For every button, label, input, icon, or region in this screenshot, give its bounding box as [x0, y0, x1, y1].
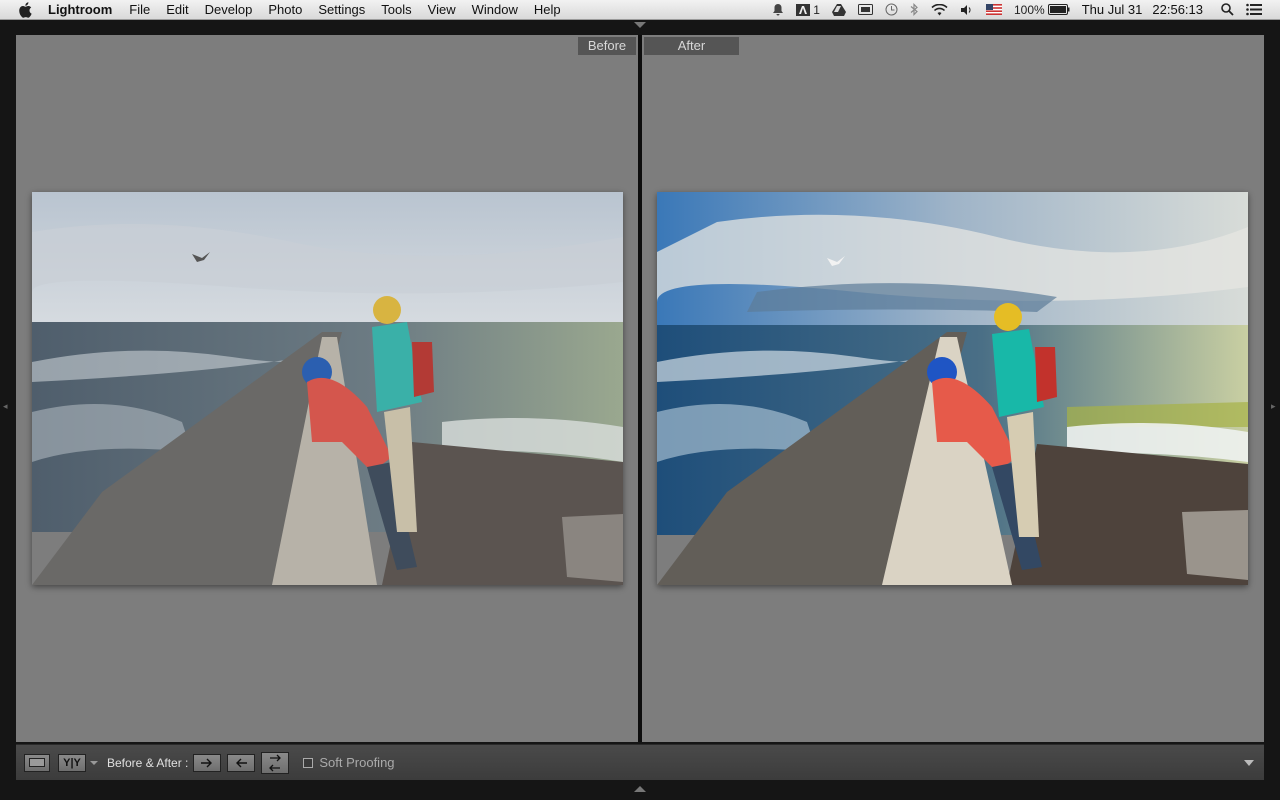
loupe-icon [29, 758, 45, 767]
battery-percent: 100% [1013, 2, 1045, 17]
time-machine-icon[interactable] [885, 0, 898, 20]
top-panel-toggle-icon[interactable] [634, 22, 646, 28]
apple-icon[interactable] [18, 1, 34, 18]
clock-time: 22:56:13 [1152, 2, 1203, 17]
adobe-count: 1 [813, 2, 820, 17]
before-after-mode-dropdown-icon[interactable] [90, 760, 98, 765]
menu-settings[interactable]: Settings [318, 2, 365, 17]
before-photo[interactable] [32, 192, 623, 585]
swap-arrows-icon [269, 754, 282, 771]
bottom-panel-toggle-icon[interactable] [634, 786, 646, 792]
soft-proofing-label[interactable]: Soft Proofing [319, 755, 394, 770]
bluetooth-icon[interactable] [910, 0, 919, 20]
menu-develop[interactable]: Develop [205, 2, 253, 17]
loupe-view-button[interactable] [24, 753, 50, 772]
develop-toolbar: Y|Y Before & After : Soft Proofing [16, 744, 1264, 780]
after-label: After [644, 37, 739, 55]
right-panel-handle-icon[interactable]: ▸ [1271, 400, 1277, 412]
swap-before-after-button[interactable] [261, 751, 290, 774]
list-icon[interactable] [1246, 0, 1262, 20]
before-label: Before [578, 37, 636, 55]
volume-icon[interactable] [960, 0, 974, 20]
battery-status[interactable]: 100% [1014, 0, 1070, 20]
drive-icon[interactable] [831, 0, 846, 20]
spotlight-icon[interactable] [1221, 0, 1234, 20]
menu-file[interactable]: File [129, 2, 150, 17]
before-after-mode-button[interactable]: Y|Y [58, 753, 86, 772]
display-icon[interactable] [857, 0, 873, 20]
after-photo[interactable] [657, 192, 1248, 585]
arrow-left-icon [236, 758, 248, 767]
menu-photo[interactable]: Photo [268, 2, 302, 17]
soft-proofing-checkbox[interactable] [303, 757, 314, 768]
menu-view[interactable]: View [428, 2, 456, 17]
menu-window[interactable]: Window [472, 2, 518, 17]
flag-icon[interactable] [985, 0, 1002, 20]
clock[interactable]: Thu Jul 31 22:56:13 [1082, 2, 1203, 17]
menu-edit[interactable]: Edit [166, 2, 188, 17]
copy-after-to-before-button[interactable] [227, 753, 256, 772]
menu-help[interactable]: Help [534, 2, 561, 17]
notification-icon[interactable] [772, 0, 784, 20]
left-panel-handle-icon[interactable]: ◂ [3, 400, 9, 412]
clock-date: Thu Jul 31 [1081, 2, 1143, 17]
battery-icon [1047, 4, 1070, 15]
toolbar-menu-dropdown-icon[interactable] [1244, 759, 1254, 766]
before-after-label: Before & After : [107, 755, 189, 770]
after-view: After [642, 35, 1264, 742]
before-view: Before [16, 35, 638, 742]
adobe-icon[interactable]: 1 [796, 0, 820, 20]
status-area: 1 100% Thu Jul 31 22:56:13 [772, 0, 1280, 20]
menu-tools[interactable]: Tools [381, 2, 411, 17]
arrow-right-icon [201, 758, 213, 767]
wifi-icon[interactable] [931, 0, 948, 20]
app-name-menu[interactable]: Lightroom [48, 2, 112, 17]
menu-bar: Lightroom File Edit Develop Photo Settin… [0, 0, 1280, 20]
copy-before-to-after-button[interactable] [193, 753, 222, 772]
